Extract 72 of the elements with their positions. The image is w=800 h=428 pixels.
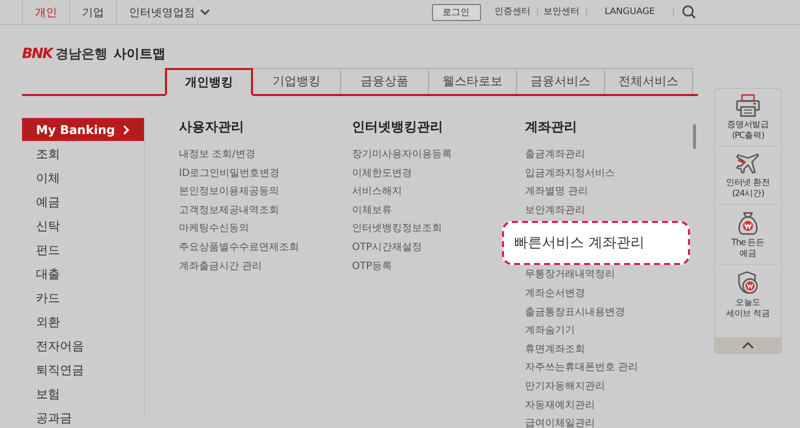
sitemap-link[interactable]: 내정보 조회/변경 <box>179 146 256 165</box>
sitemap-link[interactable]: 출금계좌관리 <box>525 146 585 165</box>
utility-link[interactable]: LANGUAGE <box>586 7 674 17</box>
sitemap-link[interactable]: 자동재예치관리 <box>525 396 595 416</box>
sitemap-link[interactable]: 보안계좌관리 <box>525 202 585 220</box>
sitemap-link[interactable]: 입금계좌지정서비스 <box>525 164 615 184</box>
sitemap-link[interactable]: 장기미사용자이용등록 <box>352 146 452 165</box>
sitemap-link[interactable]: 고객정보제공내역조회 <box>179 202 279 220</box>
sidebar-item[interactable]: My Banking <box>22 118 144 141</box>
top-nav-link[interactable]: 개인 <box>35 4 57 20</box>
category-tab[interactable]: 금융상품 <box>341 68 429 94</box>
section-heading: 인터넷뱅킹관리 <box>352 119 443 137</box>
login-button[interactable]: 로그인 <box>432 4 481 20</box>
sidebar-item[interactable]: 보험 <box>22 382 144 406</box>
sidebar-item[interactable]: 전자어음 <box>22 334 144 358</box>
section-heading: 사용자관리 <box>179 119 244 137</box>
sidebar-item[interactable]: 펀드 <box>22 238 144 262</box>
sitemap-link[interactable]: 마케팅수신동의 <box>179 220 249 239</box>
sitemap-link[interactable]: 출금통장표시내용변경 <box>525 304 625 322</box>
sitemap-link[interactable]: 급여이체일관리 <box>525 415 595 428</box>
quick-menu-link[interactable]: The 든든 예금 <box>732 238 764 260</box>
sidebar-item[interactable]: 신탁 <box>22 214 144 238</box>
sidebar-item[interactable]: 퇴직연금 <box>22 358 144 382</box>
chevron-down-icon[interactable] <box>200 8 210 16</box>
sitemap-link[interactable]: 계좌숨기기 <box>525 322 575 341</box>
sidebar-item[interactable]: 예금 <box>22 190 144 214</box>
bank-name: 경남은행 <box>55 46 108 63</box>
sitemap-link[interactable]: 계좌출금시간 관리 <box>179 258 262 276</box>
sidebar-item[interactable]: 조회 <box>22 142 144 166</box>
utility-link[interactable]: 보안센터 <box>538 7 587 17</box>
category-tab[interactable]: 개인뱅킹 <box>165 68 253 96</box>
sitemap-link[interactable]: 서비스해지 <box>352 183 402 202</box>
scrollbar-thumb[interactable] <box>693 124 696 149</box>
sitemap-link[interactable]: 무통장거래내역정리 <box>525 266 615 285</box>
sitemap-link[interactable]: ID로그인비밀번호변경 <box>179 164 280 184</box>
airplane-icon[interactable] <box>735 152 761 176</box>
sitemap-link[interactable]: 주요상품별수수료면제조회 <box>179 238 299 258</box>
quick-menu-link[interactable]: 오늘도 세이브 적금 <box>726 298 770 320</box>
sitemap-link[interactable]: 인터넷뱅킹정보조회 <box>352 220 442 239</box>
chevron-right-icon <box>123 124 130 134</box>
sitemap-link[interactable]: 휴면계좌조회 <box>525 340 585 360</box>
sitemap-link[interactable]: 만기자동해지관리 <box>525 378 605 397</box>
category-tab[interactable]: 기업뱅킹 <box>253 68 341 94</box>
sitemap-link[interactable]: 본인정보이용제공동의 <box>179 183 279 202</box>
sitemap-link[interactable]: OTP시간재설정 <box>352 238 422 258</box>
sitemap-link[interactable]: 이체보류 <box>352 202 392 220</box>
page-title: 사이트맵 <box>113 46 166 63</box>
sitemap-link[interactable]: 자주쓰는휴대폰번호 관리 <box>525 359 638 378</box>
sidebar-item[interactable]: 외환 <box>22 310 144 334</box>
top-nav-link[interactable]: 기업 <box>82 4 104 20</box>
category-tab[interactable]: 금융서비스 <box>517 68 605 94</box>
highlight-callout: 빠른서비스 계좌관리 <box>502 221 690 266</box>
top-nav-link[interactable]: 인터넷영업점 <box>129 4 195 20</box>
search-icon[interactable] <box>682 5 696 19</box>
brand-logo: BNK <box>22 46 52 62</box>
chevron-up-icon <box>742 342 754 348</box>
sidebar-item[interactable]: 이체 <box>22 166 144 190</box>
category-tab[interactable]: 웰스타로보 <box>429 68 517 94</box>
sidebar-item[interactable]: 카드 <box>22 286 144 310</box>
sitemap-link[interactable]: 이체한도변경 <box>352 164 412 184</box>
printer-icon[interactable] <box>735 94 761 118</box>
sitemap-link[interactable]: OTP등록 <box>352 258 392 276</box>
quick-menu-link[interactable]: 인터넷 환전 (24시간) <box>726 178 770 200</box>
scroll-top-button[interactable] <box>715 337 781 353</box>
utility-link[interactable]: 인증센터 <box>488 7 538 17</box>
quick-menu-link[interactable]: 증명서발급 (PC출력) <box>726 120 769 142</box>
sidebar-item[interactable]: 공과금 <box>22 406 144 428</box>
section-heading: 계좌관리 <box>525 119 577 137</box>
sidebar-item[interactable]: 대출 <box>22 262 144 286</box>
sitemap-link[interactable]: 계좌별명 관리 <box>525 183 588 202</box>
category-tab[interactable]: 전체서비스 <box>605 68 693 94</box>
sitemap-link[interactable]: 계좌순서변경 <box>525 284 585 304</box>
